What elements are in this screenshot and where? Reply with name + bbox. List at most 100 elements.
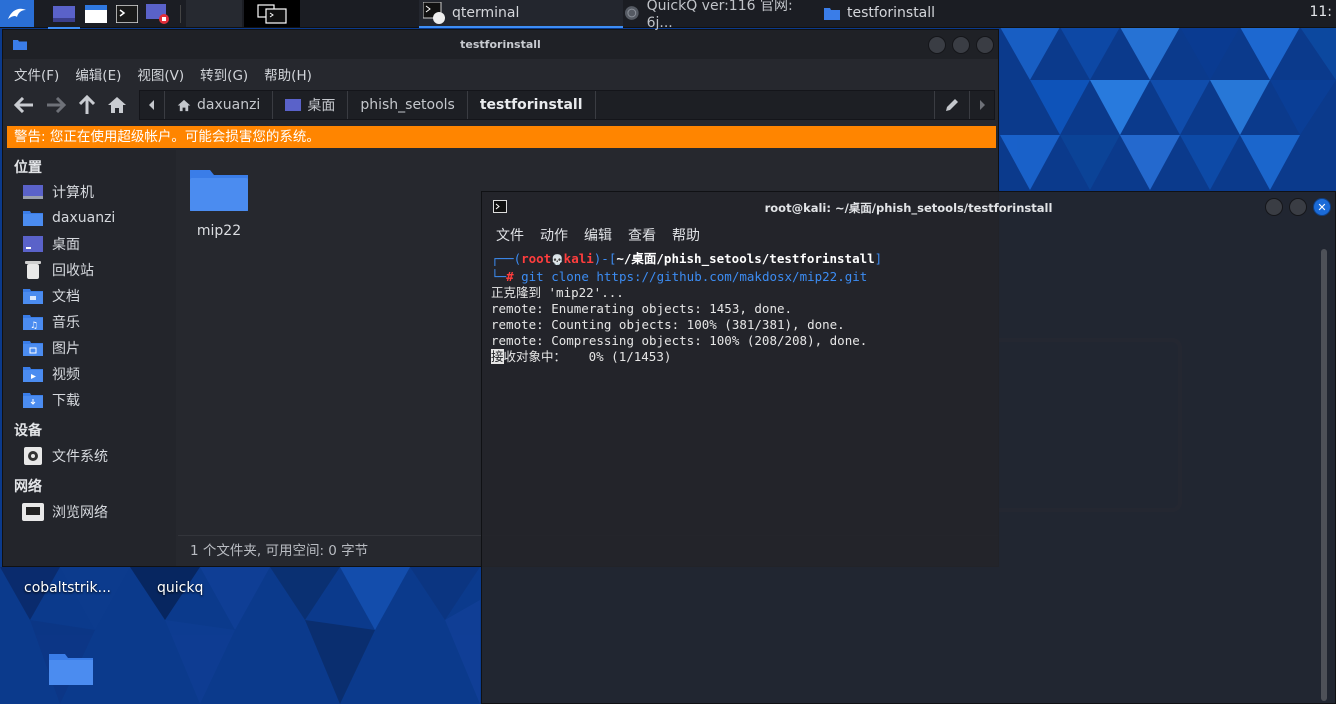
desktop-icon bbox=[23, 236, 43, 252]
menu-file[interactable]: 文件(F) bbox=[14, 64, 59, 84]
top-panel: qterminal QuickQ ver:116 官网: 6j... testf… bbox=[0, 0, 1336, 31]
task-label: QuickQ ver:116 官网: 6j... bbox=[646, 0, 793, 31]
file-manager-titlebar[interactable]: testforinstall bbox=[3, 30, 998, 59]
task-qterminal[interactable]: qterminal bbox=[419, 0, 623, 28]
arrow-up-icon bbox=[79, 95, 95, 114]
menu-edit[interactable]: 编辑(E) bbox=[75, 64, 121, 84]
task-quickq[interactable]: QuickQ ver:116 官网: 6j... bbox=[620, 0, 819, 31]
devices-heading: 设备 bbox=[14, 423, 42, 439]
desktop-icon-quickq[interactable]: quickq bbox=[157, 580, 203, 596]
prompt-host: kali bbox=[563, 251, 594, 266]
sidebar-item-videos[interactable]: 视频 bbox=[22, 363, 80, 385]
sidebar-item-label: 音乐 bbox=[52, 315, 80, 331]
desktop-icon-cobaltstrike[interactable]: cobaltstrik... bbox=[24, 580, 111, 596]
home-button[interactable] bbox=[106, 94, 128, 116]
clock[interactable]: 11: bbox=[1309, 4, 1332, 20]
network-heading: 网络 bbox=[14, 479, 42, 495]
home-icon bbox=[177, 99, 191, 111]
close-button[interactable] bbox=[976, 36, 994, 54]
menu-view[interactable]: 查看 bbox=[628, 225, 656, 245]
terminal-scrollbar[interactable] bbox=[1321, 249, 1327, 701]
launcher-screen-recorder[interactable] bbox=[144, 0, 172, 27]
path-scroll-left[interactable] bbox=[140, 91, 165, 119]
panel-separator bbox=[179, 4, 181, 23]
sidebar-item-desktop[interactable]: 桌面 bbox=[22, 233, 80, 255]
sidebar-item-label: 视频 bbox=[52, 367, 80, 383]
arrow-right-icon bbox=[47, 97, 66, 113]
workspace-2[interactable] bbox=[244, 0, 300, 27]
sidebar-item-documents[interactable]: 文档 bbox=[22, 285, 80, 307]
sidebar-item-downloads[interactable]: 下载 bbox=[22, 389, 80, 411]
text-cursor: 接 bbox=[491, 349, 504, 364]
crumb-phish-setools[interactable]: phish_setools bbox=[348, 91, 468, 119]
crumb-label: phish_setools bbox=[360, 97, 455, 113]
workspace-1[interactable] bbox=[186, 0, 242, 27]
skull-icon: 💀 bbox=[551, 255, 564, 266]
menu-help[interactable]: 帮助 bbox=[672, 225, 700, 245]
menu-actions[interactable]: 动作 bbox=[540, 225, 568, 245]
menu-go[interactable]: 转到(G) bbox=[200, 64, 248, 84]
sidebar-item-browse-network[interactable]: 浏览网络 bbox=[22, 501, 108, 523]
sidebar-item-label: 浏览网络 bbox=[52, 505, 108, 521]
sidebar-item-filesystem[interactable]: 文件系统 bbox=[22, 445, 108, 467]
arrow-left-icon bbox=[14, 97, 33, 113]
prompt-path: ~/桌面/phish_setools/testforinstall bbox=[616, 251, 875, 266]
maximize-button[interactable] bbox=[952, 36, 970, 54]
terminal-titlebar[interactable]: root@kali: ~/桌面/phish_setools/testforins… bbox=[482, 192, 1335, 222]
terminal-output[interactable]: ┌──(root💀kali)-[~/桌面/phish_setools/testf… bbox=[491, 251, 882, 365]
prompt-box-bottom: └─ bbox=[491, 269, 507, 284]
folder-videos-icon bbox=[23, 367, 43, 382]
crumb-label: testforinstall bbox=[479, 97, 583, 113]
show-desktop-button[interactable] bbox=[48, 0, 80, 29]
up-button[interactable] bbox=[76, 94, 98, 116]
svg-text:♫: ♫ bbox=[30, 321, 38, 330]
file-manager-menubar: 文件(F) 编辑(E) 视图(V) 转到(G) 帮助(H) bbox=[3, 59, 998, 88]
chevron-right-icon bbox=[980, 100, 985, 110]
kali-menu-button[interactable] bbox=[0, 0, 34, 27]
crumb-desktop[interactable]: 桌面 bbox=[273, 91, 349, 119]
prompt-box-top: ┌──( bbox=[491, 251, 522, 266]
launcher-terminal[interactable] bbox=[113, 0, 141, 27]
back-button[interactable] bbox=[13, 94, 35, 116]
menu-file[interactable]: 文件 bbox=[496, 225, 524, 245]
maximize-button[interactable] bbox=[1289, 198, 1307, 216]
sidebar-item-label: 桌面 bbox=[52, 237, 80, 253]
desktop-icon bbox=[285, 99, 302, 111]
path-scroll-right[interactable] bbox=[970, 91, 994, 119]
terminal-task-icon bbox=[423, 2, 445, 24]
menu-edit[interactable]: 编辑 bbox=[584, 225, 612, 245]
forward-button[interactable] bbox=[45, 94, 67, 116]
close-icon: ✕ bbox=[1317, 200, 1327, 214]
sidebar-item-computer[interactable]: 计算机 bbox=[22, 181, 94, 203]
desktop-folder-icon[interactable] bbox=[49, 651, 93, 685]
sidebar-item-label: 下载 bbox=[52, 393, 80, 409]
file-item[interactable]: mip22 bbox=[188, 167, 250, 239]
task-testforinstall[interactable]: testforinstall bbox=[820, 0, 1024, 26]
close-button[interactable]: ✕ bbox=[1313, 198, 1331, 216]
minimize-button[interactable] bbox=[1265, 198, 1283, 216]
drive-icon bbox=[24, 447, 42, 465]
edit-path-button[interactable] bbox=[934, 91, 970, 119]
computer-icon bbox=[23, 185, 43, 199]
sidebar-item-trash[interactable]: 回收站 bbox=[22, 259, 94, 281]
folder-pictures-icon bbox=[23, 341, 43, 356]
quickq-globe-icon bbox=[624, 6, 639, 20]
menu-help[interactable]: 帮助(H) bbox=[264, 64, 312, 84]
crumb-testforinstall[interactable]: testforinstall bbox=[468, 91, 596, 119]
sidebar-item-music[interactable]: ♫ 音乐 bbox=[22, 311, 80, 333]
folder-music-icon: ♫ bbox=[23, 315, 43, 330]
home-icon bbox=[108, 97, 126, 113]
desktop-icon bbox=[53, 5, 75, 22]
terminal-window: root@kali: ~/桌面/phish_setools/testforins… bbox=[481, 191, 1336, 704]
minimize-button[interactable] bbox=[928, 36, 946, 54]
sidebar-item-pictures[interactable]: 图片 bbox=[22, 337, 80, 359]
sidebar-item-home[interactable]: daxuanzi bbox=[22, 207, 115, 229]
screen-recorder-icon bbox=[146, 3, 169, 24]
menu-view[interactable]: 视图(V) bbox=[137, 64, 184, 84]
sidebar-item-label: 图片 bbox=[52, 341, 80, 357]
places-heading: 位置 bbox=[14, 160, 42, 176]
terminal-icon bbox=[116, 4, 138, 23]
output-line: 收对象中： 0% (1/1453) bbox=[503, 349, 672, 364]
crumb-home[interactable]: daxuanzi bbox=[165, 91, 274, 119]
launcher-file-manager[interactable] bbox=[82, 0, 110, 27]
